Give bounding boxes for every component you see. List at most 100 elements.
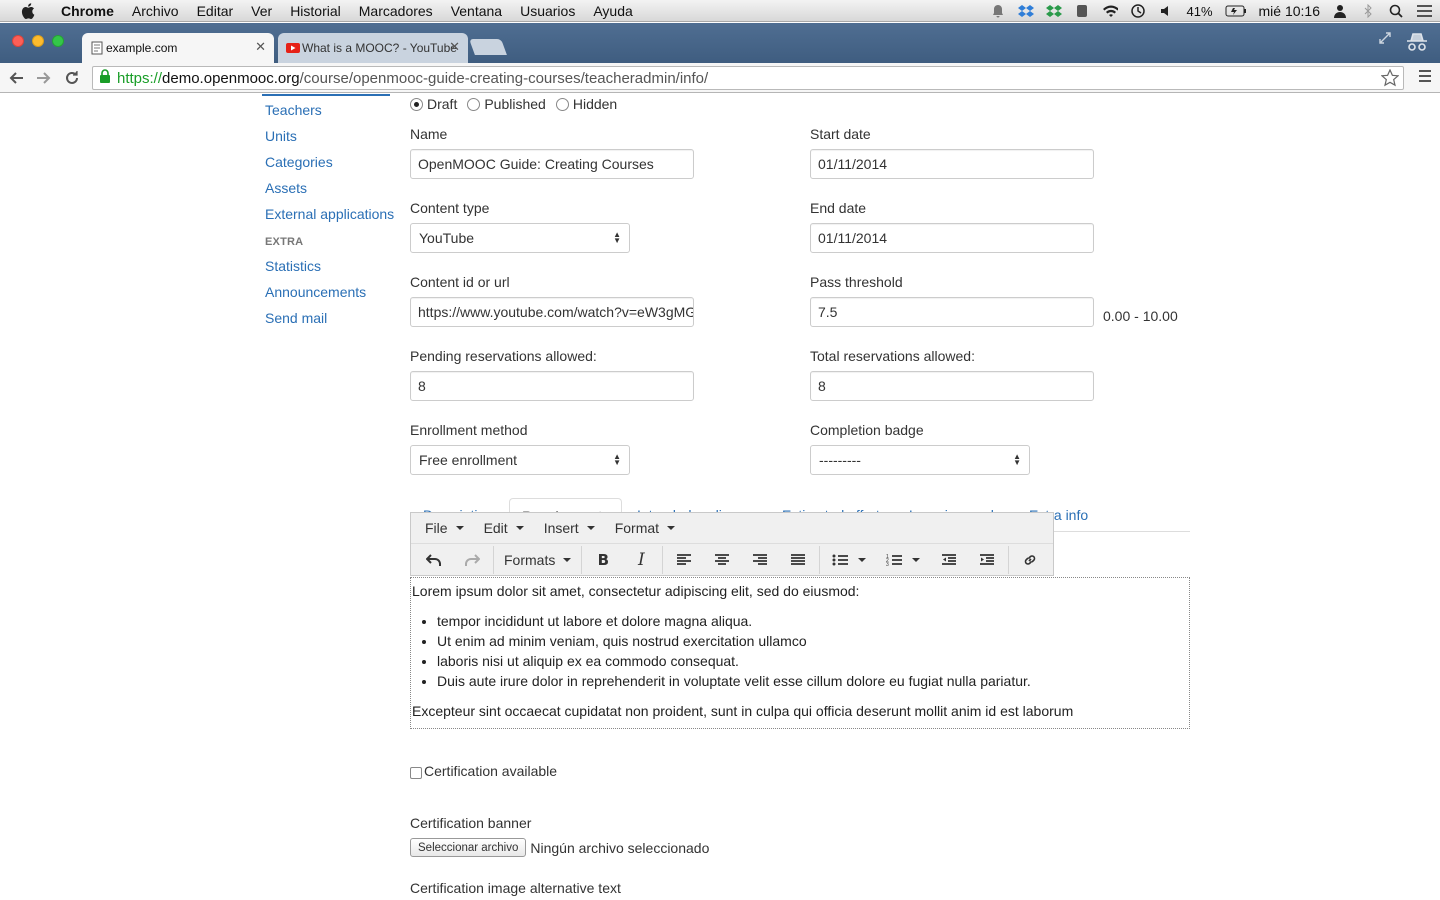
notification-bell-icon[interactable] [990,3,1006,19]
sidebar-item-announcements[interactable]: Announcements [265,282,395,302]
secure-lock-icon[interactable] [99,69,111,87]
chrome-menu-icon[interactable] [1418,69,1432,86]
menu-ver[interactable]: Ver [242,3,281,19]
bluetooth-icon[interactable] [1360,3,1376,19]
editor-menu-file[interactable]: File [415,520,474,536]
sidebar-item-categories[interactable]: Categories [265,152,395,172]
align-right-icon[interactable] [741,546,779,574]
pending-reservations-input[interactable]: 8 [410,371,694,401]
back-button[interactable] [4,66,28,90]
status-hidden-option[interactable]: Hidden [555,96,617,112]
sidebar-item-teachers[interactable]: Teachers [265,100,395,120]
apple-icon[interactable] [18,2,38,20]
battery-icon[interactable] [1225,3,1247,19]
tab-close-icon[interactable]: ✕ [449,39,460,55]
wifi-icon[interactable] [1102,3,1119,19]
minimize-window-button[interactable] [32,35,44,47]
status-draft-option[interactable]: Draft [410,96,457,112]
svg-text:3: 3 [886,562,889,567]
numbered-list-icon[interactable]: 123 [876,546,930,574]
notification-center-icon[interactable] [1416,3,1432,19]
evernote-icon[interactable] [1074,3,1090,19]
bold-icon[interactable]: B [584,546,622,574]
page-favicon-icon [90,41,104,55]
bookmark-star-icon[interactable] [1380,68,1400,91]
close-window-button[interactable] [12,35,24,47]
sidebar-accent-line [262,94,390,96]
menu-archivo[interactable]: Archivo [123,3,188,19]
content-type-select[interactable]: YouTube ▲ ▼ [410,223,630,253]
editor-menu-insert[interactable]: Insert [534,520,605,536]
caret-down-icon [563,557,572,562]
sync-cloud-icon[interactable] [1046,3,1063,19]
completion-badge-value: --------- [819,452,861,468]
certification-available-checkbox[interactable] [410,767,422,779]
user-icon[interactable] [1332,3,1348,19]
start-date-input[interactable]: 01/11/2014 [810,149,1094,179]
sidebar-item-units[interactable]: Units [265,126,395,146]
published-radio[interactable] [467,97,481,111]
formats-dropdown[interactable]: Formats [496,546,579,574]
end-date-input[interactable]: 01/11/2014 [810,223,1094,253]
link-icon[interactable] [1011,546,1049,574]
choose-file-button[interactable]: Seleccionar archivo [410,838,527,857]
volume-icon[interactable] [1158,3,1174,19]
enrollment-method-select[interactable]: Free enrollment ▲ ▼ [410,445,630,475]
fullscreen-icon[interactable] [1378,31,1392,56]
new-tab-button[interactable] [469,39,507,55]
browser-tab-youtube[interactable]: What is a MOOC? - YouTube ✕ [278,33,468,63]
italic-icon[interactable]: I [622,546,660,574]
menu-chrome[interactable]: Chrome [52,3,123,19]
tab-title: example.com [106,41,178,55]
menu-usuarios[interactable]: Usuarios [511,3,584,19]
caret-down-icon[interactable] [912,557,921,562]
browser-tabstrip: example.com ✕ What is a MOOC? - YouTube … [0,23,1440,63]
indent-icon[interactable] [968,546,1006,574]
zoom-window-button[interactable] [52,35,64,47]
draft-radio[interactable] [410,97,423,111]
forward-button[interactable] [32,66,56,90]
align-left-icon[interactable] [665,546,703,574]
time-machine-icon[interactable] [1130,3,1146,19]
bullet-list-icon[interactable] [822,546,876,574]
status-published-option[interactable]: Published [467,96,546,112]
dropbox-icon[interactable] [1018,3,1035,19]
sidebar-item-assets[interactable]: Assets [265,178,395,198]
list-item: Ut enim ad minim veniam, quis nostrud ex… [437,631,1188,651]
align-justify-icon[interactable] [779,546,817,574]
menu-ventana[interactable]: Ventana [442,3,511,19]
undo-icon[interactable] [415,546,453,574]
completion-badge-select[interactable]: --------- ▲ ▼ [810,445,1030,475]
menu-ayuda[interactable]: Ayuda [584,3,641,19]
sidebar-item-external-applications[interactable]: External applications [265,204,395,224]
content-id-input[interactable]: https://www.youtube.com/watch?v=eW3gMGqc… [410,297,694,327]
caret-down-icon[interactable] [858,557,867,562]
list-item: Duis aute irure dolor in reprehenderit i… [437,671,1188,691]
browser-tab-active[interactable]: example.com ✕ [82,33,274,63]
sidebar-item-send-mail[interactable]: Send mail [265,308,395,328]
tab-close-icon[interactable]: ✕ [255,39,266,55]
spotlight-search-icon[interactable] [1388,3,1404,19]
editor-menu-format[interactable]: Format [605,520,685,536]
menu-marcadores[interactable]: Marcadores [350,3,442,19]
total-reservations-input[interactable]: 8 [810,371,1094,401]
editor-menu-edit[interactable]: Edit [474,520,534,536]
clock[interactable]: mié 10:16 [1259,3,1320,19]
address-bar[interactable]: https:// demo.openmooc.org /course/openm… [92,66,1404,90]
hidden-radio[interactable] [555,97,569,111]
certification-available-label: Certification available [424,763,558,779]
menu-editar[interactable]: Editar [188,3,243,19]
sidebar-item-statistics[interactable]: Statistics [265,256,395,276]
outdent-icon[interactable] [930,546,968,574]
align-center-icon[interactable] [703,546,741,574]
redo-icon[interactable] [453,546,491,574]
editor-content-area[interactable]: Lorem ipsum dolor sit amet, consectetur … [410,577,1190,729]
name-input[interactable]: OpenMOOC Guide: Creating Courses [410,149,694,179]
pass-threshold-input[interactable]: 7.5 [810,297,1094,327]
end-date-field: End date 01/11/2014 [810,200,1094,253]
incognito-icon [1404,31,1430,56]
formats-label: Formats [504,551,556,568]
list-item: tempor incididunt ut labore et dolore ma… [437,611,1188,631]
reload-button[interactable] [60,66,84,90]
menu-historial[interactable]: Historial [281,3,350,19]
